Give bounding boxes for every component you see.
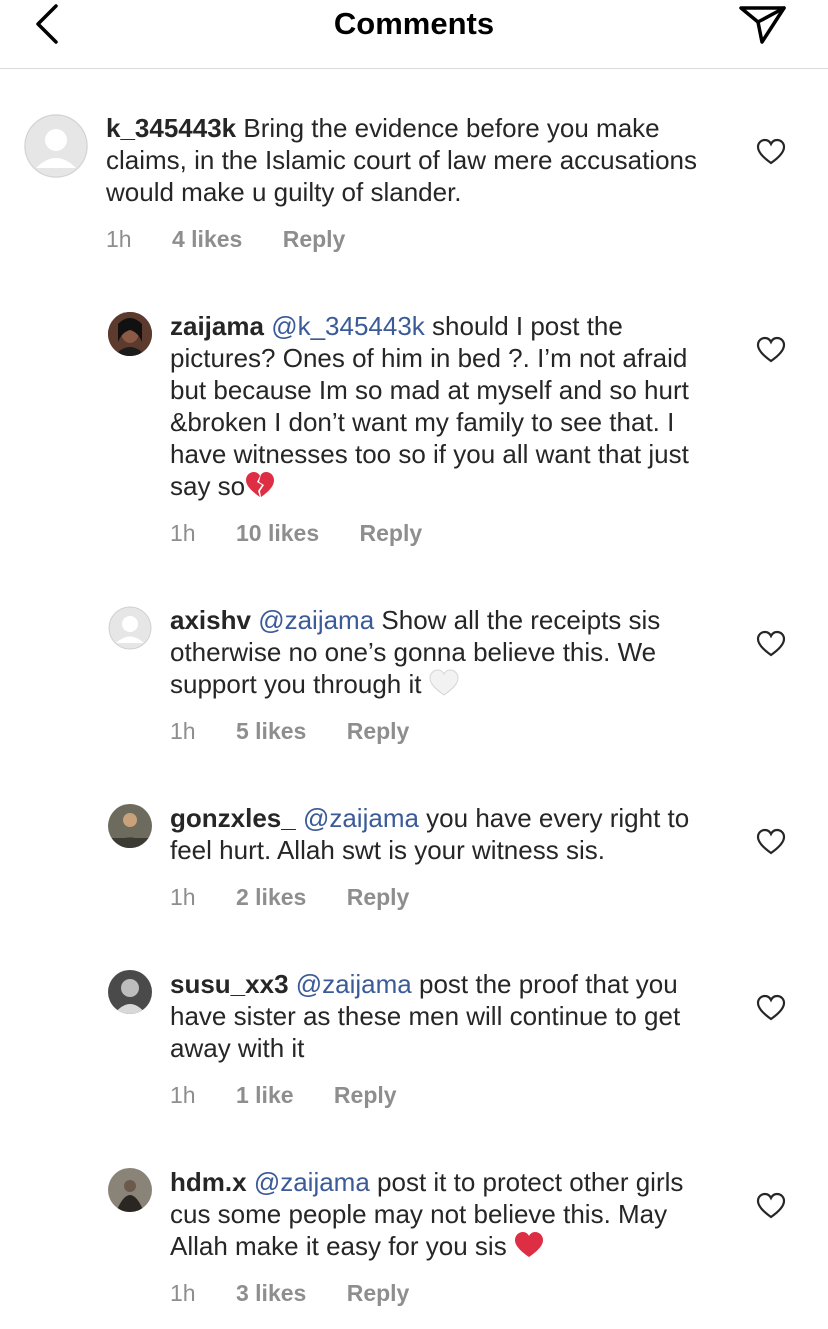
comment-mention[interactable]: @zaijama — [254, 1167, 370, 1197]
comment-username[interactable]: hdm.x — [170, 1167, 247, 1197]
comment-username[interactable]: k_345443k — [106, 113, 236, 143]
comment-meta: 1h 5 likes Reply — [170, 718, 443, 745]
comment-meta: 1h 1 like Reply — [170, 1082, 431, 1109]
comment-likes[interactable]: 4 likes — [172, 226, 242, 252]
comment-text: hdm.x @zaijama post it to protect other … — [170, 1166, 730, 1262]
send-direct-icon[interactable] — [738, 2, 788, 46]
comment-text: zaijama @k_345443k should I post the pic… — [170, 310, 730, 502]
comment-time: 1h — [170, 1082, 196, 1108]
like-heart-icon[interactable] — [756, 1192, 786, 1220]
comment-likes[interactable]: 10 likes — [236, 520, 319, 546]
comment-likes[interactable]: 2 likes — [236, 884, 306, 910]
comment-username[interactable]: axishv — [170, 605, 251, 635]
comment-text: susu_xx3 @zaijama post the proof that yo… — [170, 968, 730, 1064]
comment-meta: 1h 3 likes Reply — [170, 1280, 443, 1307]
comment-text: gonzxles_ @zaijama you have every right … — [170, 802, 730, 866]
comment-time: 1h — [170, 520, 196, 546]
comment-likes[interactable]: 5 likes — [236, 718, 306, 744]
page-title: Comments — [333, 6, 495, 41]
avatar[interactable] — [24, 114, 88, 178]
reply-button[interactable]: Reply — [347, 884, 410, 910]
comment-time: 1h — [170, 718, 196, 744]
like-heart-icon[interactable] — [756, 828, 786, 856]
comment-likes[interactable]: 1 like — [236, 1082, 294, 1108]
like-heart-icon[interactable] — [756, 336, 786, 364]
comment-likes[interactable]: 3 likes — [236, 1280, 306, 1306]
reply-button[interactable]: Reply — [347, 718, 410, 744]
avatar[interactable] — [108, 606, 152, 650]
like-heart-icon[interactable] — [756, 138, 786, 166]
reply-button[interactable]: Reply — [334, 1082, 397, 1108]
like-heart-icon[interactable] — [756, 630, 786, 658]
reply-button[interactable]: Reply — [347, 1280, 410, 1306]
comment-mention[interactable]: @zaijama — [258, 605, 374, 635]
comment-username[interactable]: gonzxles_ — [170, 803, 296, 833]
avatar[interactable] — [108, 1168, 152, 1212]
comment-username[interactable]: susu_xx3 — [170, 969, 289, 999]
comment-username[interactable]: zaijama — [170, 311, 264, 341]
reply-button[interactable]: Reply — [360, 520, 423, 546]
comment-mention[interactable]: @zaijama — [296, 969, 412, 999]
comment-body: post it to protect other girls cus some … — [170, 1167, 684, 1261]
header-bar: Comments — [0, 0, 828, 69]
white-heart-emoji-icon — [429, 669, 459, 696]
avatar[interactable] — [108, 312, 152, 356]
comment-text: k_345443k Bring the evidence before you … — [106, 112, 726, 208]
broken-heart-emoji-icon — [246, 472, 275, 497]
comment-time: 1h — [106, 226, 132, 252]
comment-meta: 1h 10 likes Reply — [170, 520, 456, 547]
avatar[interactable] — [108, 804, 152, 848]
comment-text: axishv @zaijama Show all the receipts si… — [170, 604, 730, 700]
comment-time: 1h — [170, 884, 196, 910]
comment-mention[interactable]: @zaijama — [303, 803, 419, 833]
comment-time: 1h — [170, 1280, 196, 1306]
avatar[interactable] — [108, 970, 152, 1014]
red-heart-emoji-icon — [514, 1232, 543, 1257]
like-heart-icon[interactable] — [756, 994, 786, 1022]
comment-meta: 1h 4 likes Reply — [106, 226, 379, 253]
reply-button[interactable]: Reply — [283, 226, 346, 252]
comment-mention[interactable]: @k_345443k — [271, 311, 425, 341]
comment-meta: 1h 2 likes Reply — [170, 884, 443, 911]
